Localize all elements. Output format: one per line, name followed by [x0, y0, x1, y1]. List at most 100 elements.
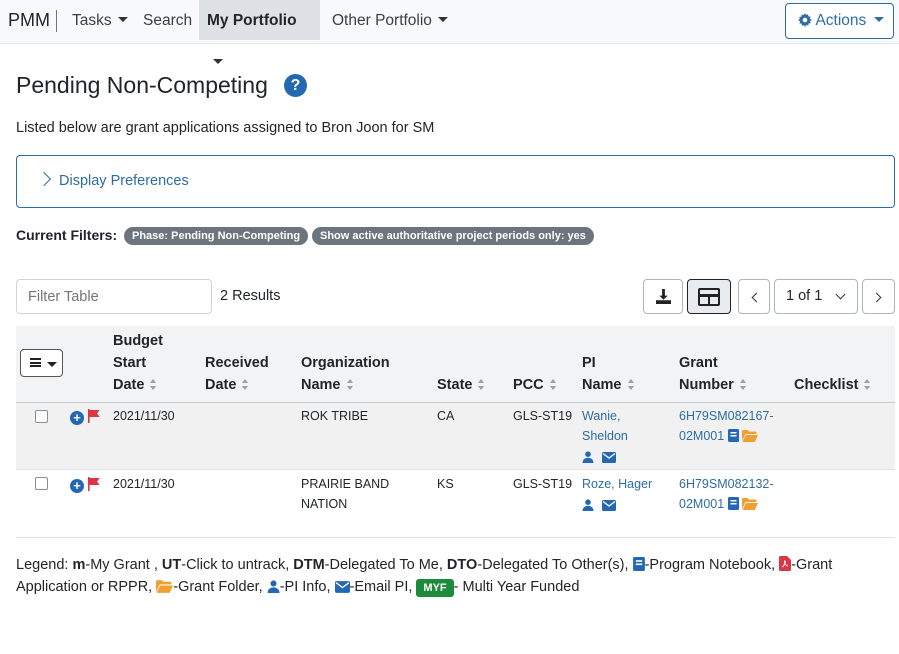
- legend-prefix: Legend:: [16, 557, 73, 573]
- download-button[interactable]: [643, 279, 683, 314]
- filter-table-input[interactable]: [16, 279, 212, 314]
- col-checklist[interactable]: Checklist: [794, 374, 871, 396]
- legend-notebook-text: -Program Notebook,: [644, 557, 780, 573]
- sort-icon: [150, 379, 157, 390]
- table-row: + 2021/11/30 PRAIRIE BAND NATION KS GLS-…: [16, 470, 895, 538]
- filter-badge-phase: Phase: Pending Non-Competing: [124, 227, 309, 245]
- sort-icon: [346, 379, 354, 390]
- col-label-line: Budget: [113, 333, 163, 349]
- table-grid-icon: [698, 288, 720, 306]
- top-navbar: PMM Tasks Search My Portfolio Other Port…: [0, 0, 899, 65]
- grant-number-link[interactable]: 6H79SM082132- 02M001: [679, 474, 774, 514]
- expand-plus-icon[interactable]: +: [70, 411, 84, 425]
- nav-other-portfolio-menu[interactable]: Other Portfolio: [324, 0, 456, 40]
- legend-pi-text: -PI Info,: [279, 579, 335, 595]
- nav-tasks-label: Tasks: [72, 12, 112, 29]
- organization-name: PRAIRIE BAND NATION: [301, 474, 389, 514]
- actions-label: Actions: [815, 12, 867, 29]
- col-budget-start-date[interactable]: Budget Start Date: [113, 330, 163, 396]
- nav-search-link[interactable]: Search: [135, 0, 200, 40]
- pi-name-line: Roze, Hager: [582, 477, 653, 491]
- folder-icon[interactable]: [742, 498, 759, 510]
- folder-icon: [156, 580, 174, 593]
- caret-down-icon: [47, 362, 57, 367]
- pi-name-line: Wanie,: [582, 409, 621, 423]
- sort-icon: [627, 379, 635, 390]
- email-icon: [334, 581, 350, 593]
- current-filters-label: Current Filters:: [16, 227, 118, 243]
- pcc: GLS-ST19: [513, 477, 573, 491]
- col-label-line: Date: [205, 377, 237, 393]
- email-icon[interactable]: [602, 500, 617, 511]
- pi-name-link[interactable]: Roze, Hager: [582, 474, 652, 515]
- menu-icon: [30, 358, 41, 367]
- pdf-icon: [779, 556, 792, 571]
- folder-icon[interactable]: [742, 430, 759, 442]
- organization-name-line: PRAIRIE BAND: [301, 477, 390, 491]
- organization-name-line: NATION: [301, 497, 348, 511]
- col-label-line: Name: [301, 377, 341, 393]
- state: KS: [437, 477, 454, 491]
- gear-icon: [798, 13, 812, 27]
- col-label-line: Date: [113, 377, 145, 393]
- table-view-toggle[interactable]: [687, 279, 731, 314]
- legend-ut-key: UT: [161, 557, 182, 573]
- email-icon[interactable]: [602, 452, 617, 463]
- prev-page-button[interactable]: [738, 279, 770, 314]
- nav-my-portfolio-label: My Portfolio: [207, 12, 297, 29]
- chevron-down-icon: [835, 289, 846, 300]
- state: CA: [437, 409, 455, 423]
- app-brand[interactable]: PMM: [8, 10, 50, 31]
- legend-myf-text: - Multi Year Funded: [453, 579, 580, 595]
- myf-badge: MYF: [416, 579, 454, 597]
- col-grant-number[interactable]: Grant Number: [679, 352, 747, 396]
- page-select[interactable]: 1 of 1: [774, 279, 858, 314]
- sort-icon: [242, 379, 249, 390]
- page-select-value: 1 of 1: [786, 288, 823, 304]
- col-pi-name[interactable]: PI Name: [582, 352, 635, 396]
- legend-ut-text: -Click to untrack,: [181, 557, 294, 573]
- pi-info-icon[interactable]: [582, 451, 594, 463]
- nav-tasks-menu[interactable]: Tasks: [64, 0, 136, 40]
- caret-down-icon: [213, 59, 223, 65]
- pi-name-link[interactable]: Wanie, Sheldon: [582, 406, 628, 467]
- legend-dto-text: -Delegated To Other(s),: [477, 557, 633, 573]
- col-received-date[interactable]: Received Date: [205, 352, 269, 396]
- caret-down-icon: [874, 17, 885, 23]
- table-row: + 2021/11/30 ROK TRIBE CA GLS-ST19 Wanie…: [16, 403, 895, 470]
- column-menu-button[interactable]: [20, 349, 63, 377]
- display-preferences-panel[interactable]: Display Preferences: [16, 155, 895, 208]
- pi-info-icon[interactable]: [582, 499, 594, 511]
- row-checkbox[interactable]: [35, 410, 48, 423]
- next-page-button[interactable]: [862, 279, 895, 314]
- col-organization-name[interactable]: Organization Name: [301, 352, 390, 396]
- chevron-left-icon: [751, 292, 762, 303]
- table-header: Budget Start Date Received Date Organiza…: [16, 326, 895, 403]
- pcc: GLS-ST19: [513, 409, 573, 423]
- grant-number-line: 6H79SM082132-: [679, 477, 774, 491]
- col-label-line: Checklist: [794, 377, 859, 393]
- expand-plus-icon[interactable]: +: [70, 479, 84, 493]
- actions-button[interactable]: Actions: [785, 3, 894, 39]
- notebook-icon[interactable]: [727, 429, 739, 442]
- legend-m-key: m: [72, 557, 86, 573]
- col-state[interactable]: State: [437, 374, 485, 396]
- page-title: Pending Non-Competing: [16, 72, 268, 98]
- legend-dtm-key: DTM: [293, 557, 325, 573]
- nav-my-portfolio-menu[interactable]: My Portfolio: [199, 0, 320, 65]
- help-icon[interactable]: ?: [284, 74, 307, 97]
- legend-dto-key: DTO: [446, 557, 478, 573]
- col-label-line: State: [437, 377, 473, 393]
- col-pcc[interactable]: PCC: [513, 374, 557, 396]
- notebook-icon[interactable]: [727, 497, 739, 510]
- sort-icon: [739, 379, 747, 390]
- results-count: 2 Results: [220, 288, 281, 304]
- row-checkbox[interactable]: [35, 477, 48, 490]
- grant-number-link[interactable]: 6H79SM082167- 02M001: [679, 406, 774, 446]
- legend-folder-text: -Grant Folder,: [173, 579, 267, 595]
- display-preferences-label: Display Preferences: [59, 173, 189, 189]
- flag-icon[interactable]: [87, 409, 101, 423]
- flag-icon[interactable]: [87, 477, 101, 491]
- legend: Legend: m-My Grant , UT-Click to untrack…: [16, 554, 886, 598]
- grant-number-line: 02M001: [679, 497, 725, 511]
